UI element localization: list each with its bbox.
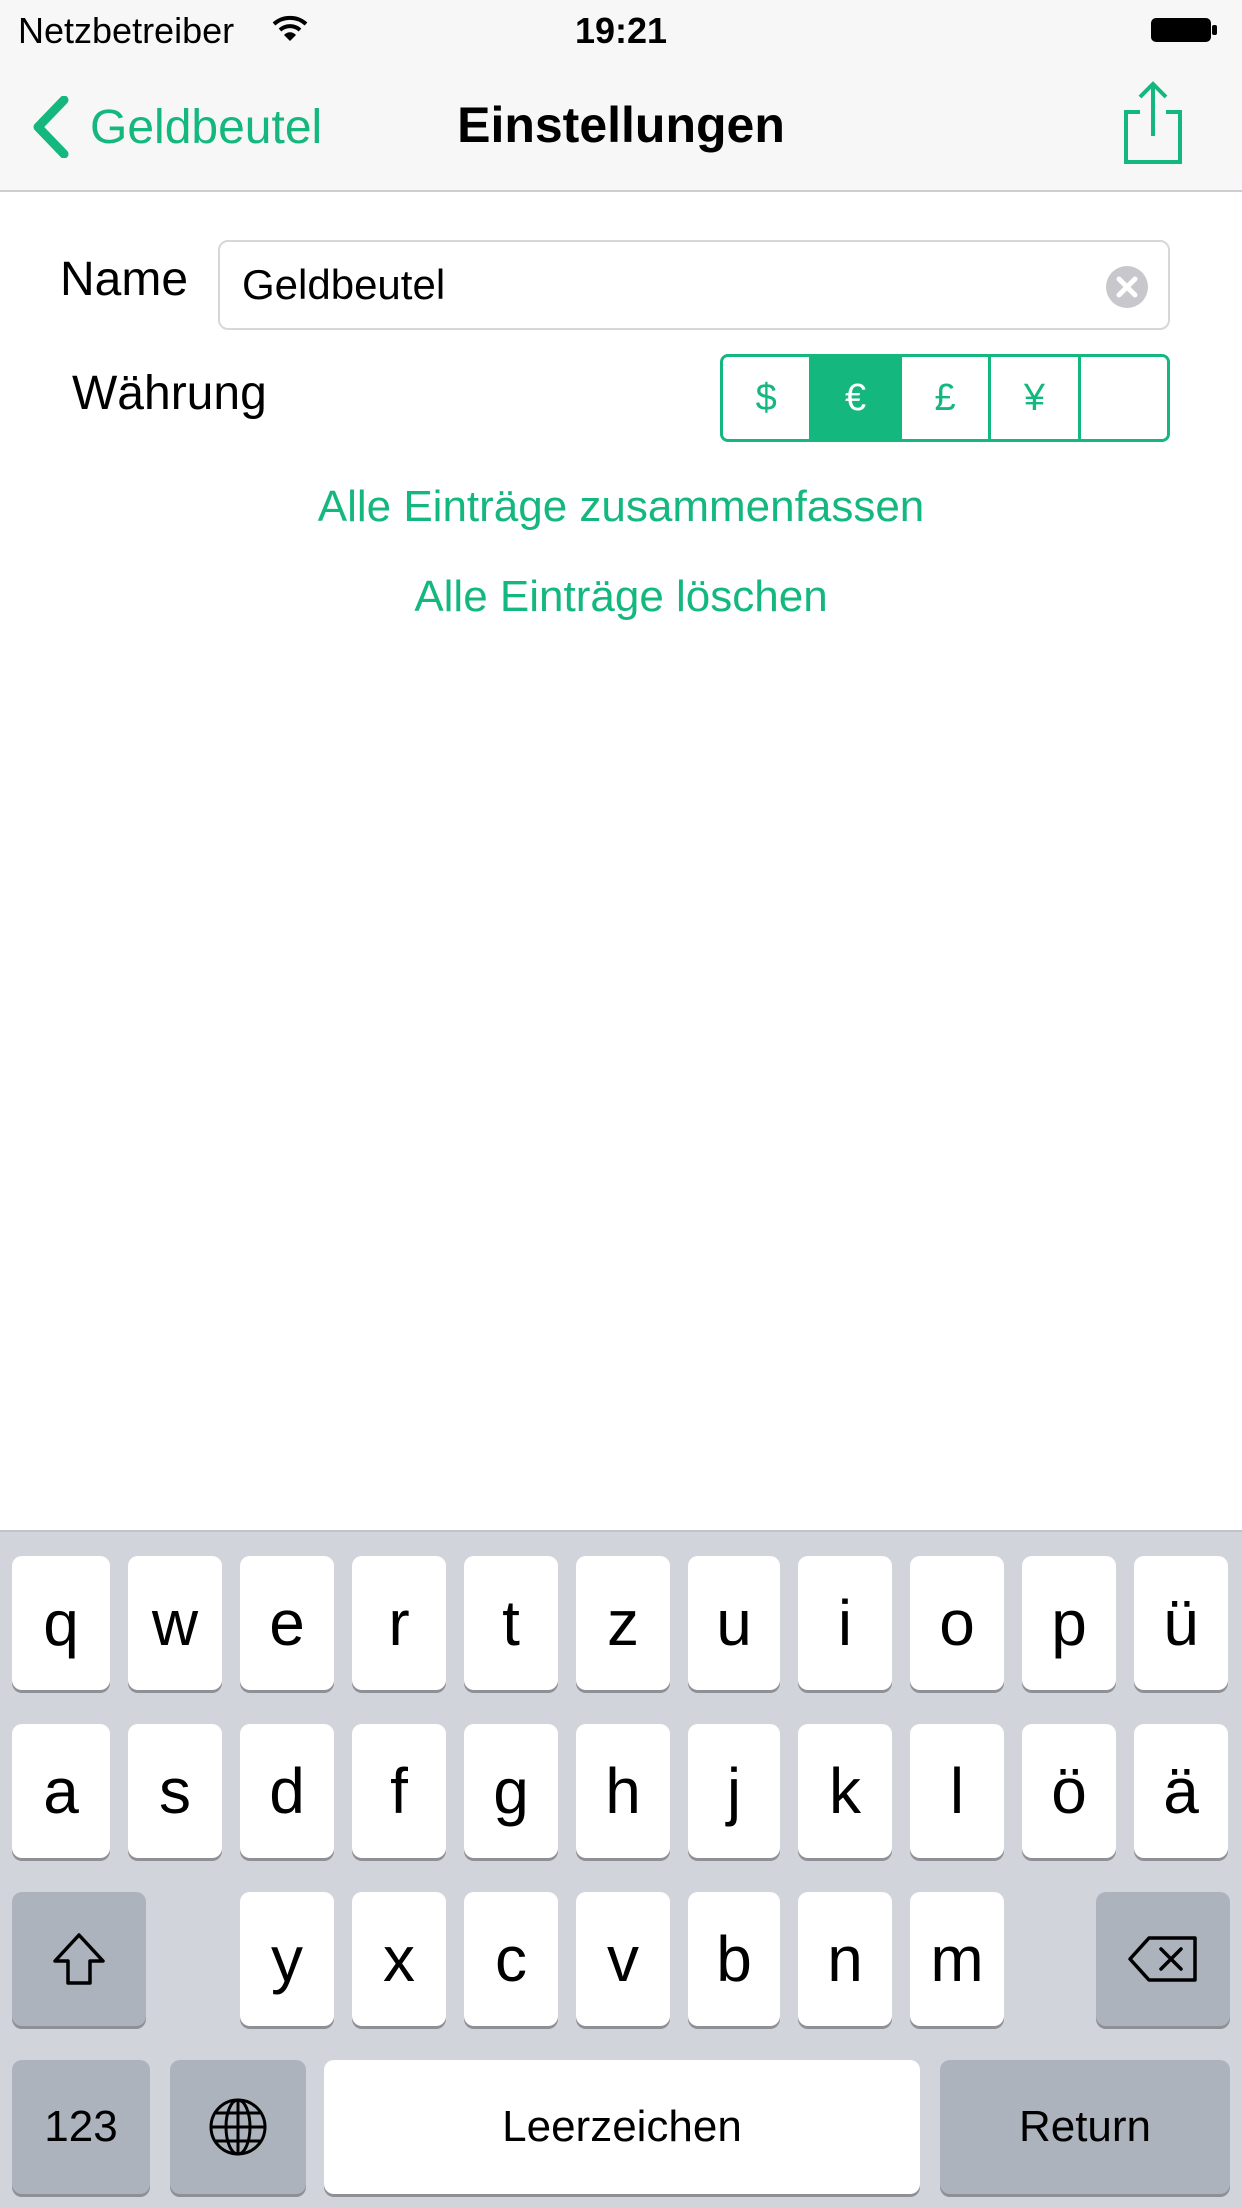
key-z[interactable]: z (576, 1556, 670, 1690)
currency-label: Währung (72, 367, 267, 420)
clear-text-button[interactable] (1106, 266, 1148, 308)
key-x[interactable]: x (352, 1892, 446, 2026)
name-field (218, 240, 1170, 330)
key-r[interactable]: r (352, 1556, 446, 1690)
name-label: Name (60, 253, 189, 306)
key-n[interactable]: n (798, 1892, 892, 2026)
status-bar: Netzbetreiber 19:21 (0, 0, 1242, 62)
shift-key[interactable] (12, 1892, 146, 2026)
key-t[interactable]: t (464, 1556, 558, 1690)
delete-all-entries-button[interactable]: Alle Einträge löschen (0, 572, 1242, 622)
key-l[interactable]: l (910, 1724, 1004, 1858)
currency-option-pound[interactable]: £ (901, 357, 992, 439)
key-a[interactable]: a (12, 1724, 110, 1858)
space-key[interactable]: Leerzeichen (324, 2060, 920, 2194)
close-icon (1116, 276, 1138, 298)
merge-all-entries-button[interactable]: Alle Einträge zusammenfassen (0, 482, 1242, 532)
key-a-umlaut[interactable]: ä (1134, 1724, 1228, 1858)
key-u-umlaut[interactable]: ü (1134, 1556, 1228, 1690)
globe-key[interactable] (170, 2060, 306, 2194)
key-u[interactable]: u (688, 1556, 780, 1690)
currency-option-empty[interactable] (1080, 357, 1167, 439)
currency-segmented-control: $ € £ ¥ (720, 354, 1170, 442)
backspace-icon (1128, 1936, 1197, 1982)
key-m[interactable]: m (910, 1892, 1004, 2026)
navigation-bar: Geldbeutel Einstellungen (0, 62, 1242, 192)
key-k[interactable]: k (798, 1724, 892, 1858)
return-key[interactable]: Return (940, 2060, 1230, 2194)
numbers-key[interactable]: 123 (12, 2060, 150, 2194)
key-j[interactable]: j (688, 1724, 780, 1858)
backspace-key[interactable] (1096, 1892, 1230, 2026)
key-i[interactable]: i (798, 1556, 892, 1690)
key-o-umlaut[interactable]: ö (1022, 1724, 1116, 1858)
key-b[interactable]: b (688, 1892, 780, 2026)
keyboard: q w e r t z u i o p ü a s d f g h j k l … (0, 1530, 1242, 2208)
share-icon[interactable] (1118, 78, 1188, 168)
key-e[interactable]: e (240, 1556, 334, 1690)
key-y[interactable]: y (240, 1892, 334, 2026)
currency-option-euro[interactable]: € (812, 357, 902, 439)
key-q[interactable]: q (12, 1556, 110, 1690)
key-s[interactable]: s (128, 1724, 222, 1858)
key-h[interactable]: h (576, 1724, 670, 1858)
key-d[interactable]: d (240, 1724, 334, 1858)
key-o[interactable]: o (910, 1556, 1004, 1690)
name-input[interactable] (242, 242, 1082, 328)
battery-icon (1151, 18, 1217, 42)
key-p[interactable]: p (1022, 1556, 1116, 1690)
key-f[interactable]: f (352, 1724, 446, 1858)
shift-icon (53, 1933, 105, 1985)
globe-icon (209, 2098, 267, 2156)
currency-option-dollar[interactable]: $ (723, 357, 813, 439)
page-title: Einstellungen (457, 97, 785, 153)
key-w[interactable]: w (128, 1556, 222, 1690)
key-v[interactable]: v (576, 1892, 670, 2026)
currency-option-yen[interactable]: ¥ (991, 357, 1081, 439)
key-g[interactable]: g (464, 1724, 558, 1858)
key-c[interactable]: c (464, 1892, 558, 2026)
status-time: 19:21 (574, 10, 668, 51)
